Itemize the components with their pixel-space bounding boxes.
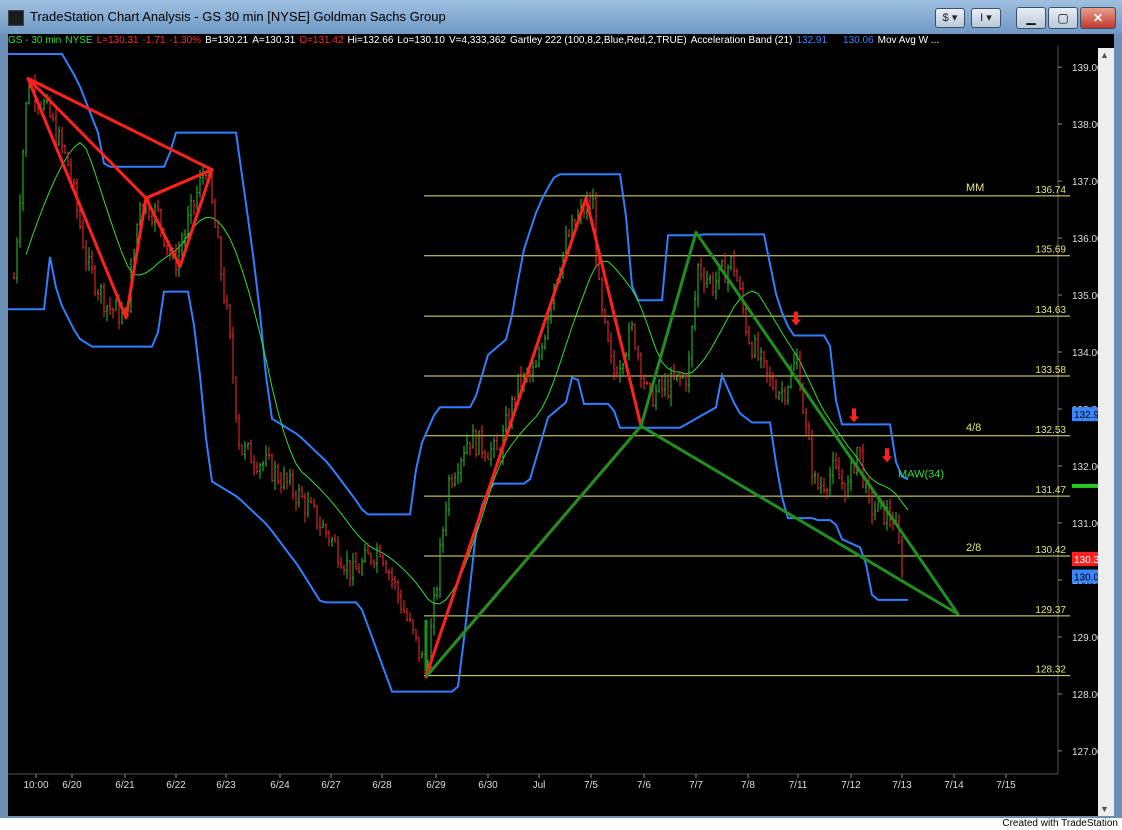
info-button-label: I (980, 12, 984, 24)
symbol-link-label: $ (942, 12, 949, 24)
footer: Created with TradeStation (0, 818, 1122, 830)
app-icon (8, 10, 24, 26)
ask-price: A=130.31 (252, 35, 296, 46)
x-tick-label: 7/6 (637, 780, 651, 791)
x-tick-label: 6/20 (62, 780, 82, 791)
close-button[interactable]: ✕ (1080, 7, 1116, 29)
x-tick-label: 6/23 (216, 780, 236, 791)
murrey-level-label: 131.47 (1035, 485, 1066, 496)
status-line: GS - 30 min NYSE L=130.31 -1.71 -1.30% B=130.… (8, 34, 1114, 48)
x-tick-label: 6/27 (321, 780, 341, 791)
sell-arrow-icon (849, 408, 859, 423)
mov-avg-value: 130.06 (843, 35, 874, 46)
gartley-red-xab (26, 76, 148, 320)
murrey-level-label: 132.53 (1035, 425, 1066, 436)
scroll-down-icon[interactable]: ▼ (1100, 804, 1109, 814)
minimize-button[interactable]: ▁ (1016, 7, 1046, 29)
maw-label: MAW(34) (898, 468, 944, 480)
x-tick-label: 7/11 (789, 780, 808, 791)
price-chart: 139.00138.00137.00136.00135.00134.00133.… (8, 46, 1114, 791)
window-title: TradeStation Chart Analysis - GS 30 min … (30, 9, 446, 24)
vertical-scrollbar[interactable]: ▲ ▼ (1098, 48, 1114, 816)
x-tick-label: 6/29 (426, 780, 446, 791)
gartley-study-label: Gartley 222 (100,8,2,Blue,Red,2,TRUE) (509, 35, 687, 46)
exchange-label: NYSE (65, 35, 93, 46)
x-tick-label: 6/28 (372, 780, 392, 791)
gartley-red-bd (145, 168, 213, 200)
minimize-icon: ▁ (1026, 11, 1036, 25)
sell-arrow-icon (882, 448, 892, 463)
x-tick-label: 7/15 (996, 780, 1016, 791)
x-tick-label: 6/21 (115, 780, 135, 791)
title-bar[interactable]: TradeStation Chart Analysis - GS 30 min … (0, 0, 1122, 34)
murrey-level-tag: MM (966, 182, 984, 194)
x-tick-label: 7/8 (741, 780, 755, 791)
x-tick-label: 7/5 (584, 780, 598, 791)
symbol-link-button[interactable]: $ ▾ (935, 8, 965, 28)
gartley-green-xab (424, 196, 643, 679)
x-tick-label: 6/24 (270, 780, 290, 791)
symbol-label: GS - 30 min (8, 35, 62, 46)
low-price: Lo=130.10 (397, 35, 445, 46)
x-tick-label: 6/22 (166, 780, 186, 791)
sell-arrow-icon (791, 311, 801, 326)
murrey-level-label: 136.74 (1035, 185, 1066, 196)
murrey-level-tag: 4/8 (966, 422, 981, 434)
chart-area[interactable]: 139.00138.00137.00136.00135.00134.00133.… (8, 34, 1114, 816)
murrey-level-label: 128.32 (1035, 665, 1066, 676)
x-tick-label: 7/12 (841, 780, 861, 791)
pct-change: -1.30% (169, 35, 202, 46)
x-tick-label: 7/7 (689, 780, 703, 791)
murrey-level-label: 134.63 (1035, 305, 1066, 316)
created-with-label: Created with TradeStation (1002, 818, 1118, 829)
open-price: O=131.42 (299, 35, 344, 46)
maximize-icon: ▢ (1057, 11, 1069, 25)
scroll-up-icon[interactable]: ▲ (1100, 50, 1109, 60)
murrey-level-label: 133.58 (1035, 365, 1066, 376)
x-tick-label: Jul (533, 780, 546, 791)
mov-avg-label: Mov Avg W ... (877, 35, 940, 46)
accel-band-value: 132.91 (796, 35, 828, 46)
bid-price: B=130.21 (205, 35, 249, 46)
x-tick-label: 7/13 (892, 780, 912, 791)
volume: V=4,333,362 (448, 35, 506, 46)
maximize-button[interactable]: ▢ (1048, 7, 1078, 29)
murrey-level-label: 130.42 (1035, 545, 1066, 556)
x-tick-label: 7/14 (944, 780, 964, 791)
info-button[interactable]: I ▾ (971, 8, 1001, 28)
murrey-level-label: 135.69 (1035, 245, 1066, 256)
x-tick-label: 10:00 (23, 780, 48, 791)
net-change: -1.71 (142, 35, 166, 46)
murrey-level-label: 129.37 (1035, 605, 1066, 616)
accel-band-label: Acceleration Band (21) (690, 35, 793, 46)
x-tick-label: 6/30 (478, 780, 498, 791)
close-icon: ✕ (1092, 11, 1104, 25)
murrey-level-tag: 2/8 (966, 542, 981, 554)
last-price: L=130.31 (96, 35, 139, 46)
high-price: Hi=132.66 (347, 35, 394, 46)
